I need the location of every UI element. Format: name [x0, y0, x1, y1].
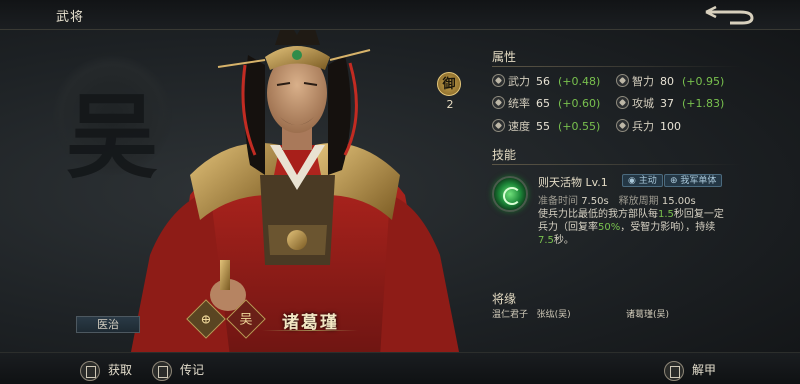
obtain-button[interactable]: 获取	[80, 359, 132, 381]
attributes-divider	[492, 66, 742, 67]
rank-seal: 御	[437, 72, 461, 96]
boot-icon	[492, 119, 505, 132]
bottom-bar: 获取 传记 解甲	[0, 352, 800, 384]
stat-speed: 速度 55 (+0.55)	[492, 118, 600, 134]
role-label[interactable]: 医治	[76, 316, 140, 333]
soldier-icon	[616, 119, 629, 132]
sword-icon	[492, 74, 505, 87]
fate-entry[interactable]: 温仁君子 张纮(吴)	[492, 307, 571, 320]
rank-level: 2	[446, 98, 454, 111]
attributes-title: 属性	[492, 50, 517, 64]
book-icon	[152, 360, 172, 381]
scroll-icon	[80, 360, 100, 381]
fate-title: 将缘	[492, 292, 517, 306]
info-panel: 属性 武力 56 (+0.48) 智力 80 (+0.95) 统率 65 (+0.60) 攻…	[474, 36, 790, 336]
siege-icon	[616, 96, 629, 109]
dismiss-button[interactable]: 解甲	[664, 359, 716, 381]
stat-force: 武力 56 (+0.48)	[492, 73, 600, 89]
page-title: 武将	[56, 10, 85, 25]
back-arrow-icon[interactable]	[702, 4, 760, 26]
hero-portrait	[130, 13, 460, 357]
armor-icon	[664, 360, 684, 381]
skill-tag-target: ⊕ 我军单体	[664, 174, 723, 187]
skill-tag-type: ◉ 主动	[622, 174, 663, 187]
stat-command: 统率 65 (+0.60)	[492, 95, 600, 111]
horse-icon	[492, 96, 505, 109]
skill-name: 则天活物 Lv.1	[538, 176, 608, 189]
hero-detail-screen: 吴 武将 御 2 医治 ⊕ 吴 诸葛瑾 属性 武力 56 (+0.48) 智力 …	[0, 0, 800, 384]
stat-siege: 攻城 37 (+1.83)	[616, 95, 724, 111]
brain-icon	[616, 74, 629, 87]
skill-icon[interactable]	[492, 176, 528, 212]
top-bar: 武将	[0, 0, 800, 30]
skill-title: 技能	[492, 148, 517, 162]
fate-member[interactable]: 诸葛瑾(吴)	[626, 307, 669, 320]
stat-troops: 兵力 100	[616, 118, 689, 134]
biography-button[interactable]: 传记	[152, 359, 204, 381]
skill-description: 使兵力比最低的我方部队每1.5秒回复一定兵力（回复率50%，受智力影响），持续7…	[538, 209, 724, 246]
rank-badge[interactable]: 御 2	[437, 72, 463, 112]
name-divider	[262, 330, 358, 331]
skill-timing: 准备时间 7.50s 释放周期 15.00s	[538, 196, 696, 207]
stat-intelligence: 智力 80 (+0.95)	[616, 73, 724, 89]
skill-divider	[492, 164, 742, 165]
